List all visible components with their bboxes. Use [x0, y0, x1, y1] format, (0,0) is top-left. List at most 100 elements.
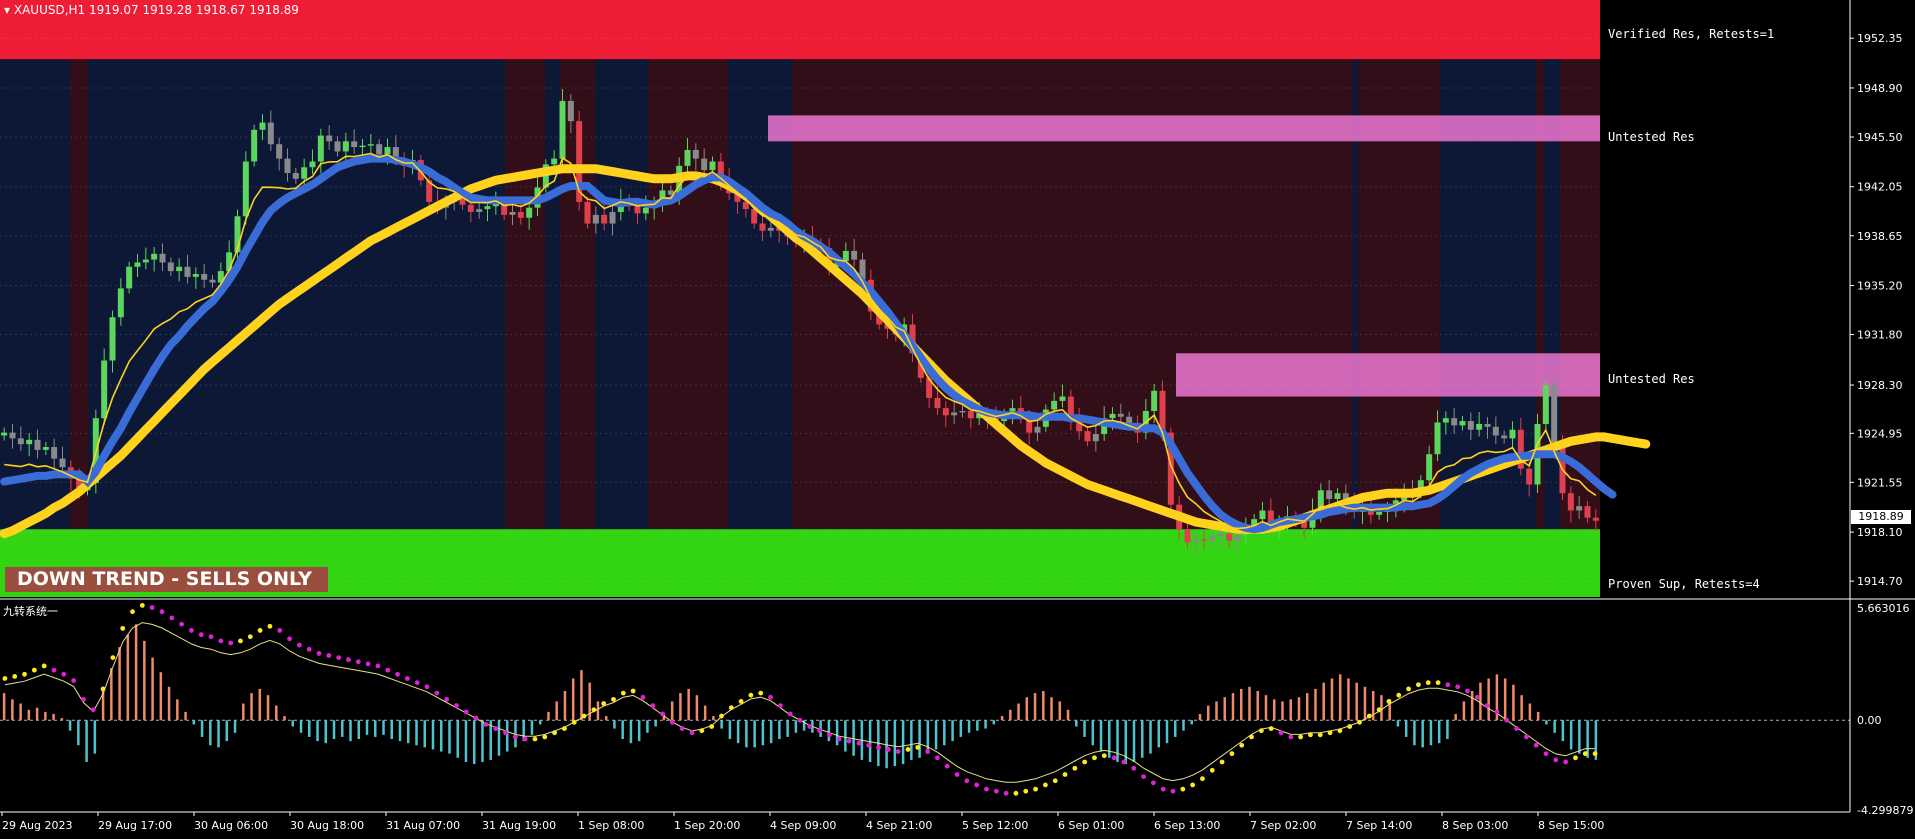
signal-dot: [493, 726, 499, 731]
candle-body: [317, 135, 324, 162]
candle-body: [9, 432, 16, 439]
signal-dot: [601, 701, 607, 706]
signal-dot: [1543, 751, 1549, 757]
signal-dot: [2, 676, 8, 681]
signal-dot: [159, 609, 165, 615]
signal-dot: [385, 667, 391, 673]
candle-body: [159, 253, 166, 263]
signal-dot: [1180, 786, 1186, 792]
signal-dot: [768, 694, 773, 700]
signal-dot: [404, 676, 410, 681]
trend-banner: DOWN TREND - SELLS ONLY: [5, 567, 328, 592]
signal-dot: [71, 678, 77, 683]
signal-dot: [473, 715, 479, 721]
signal-dot: [1013, 790, 1019, 796]
signal-dot: [512, 734, 518, 740]
signal-dot: [1514, 726, 1519, 731]
signal-dot: [208, 634, 214, 640]
signal-dot: [1239, 742, 1245, 748]
signal-dot: [660, 711, 665, 717]
candle-body: [851, 250, 858, 260]
y-tick-label: 1935.20: [1857, 280, 1903, 293]
signal-dot: [954, 772, 960, 777]
signal-dot: [591, 707, 597, 713]
candle-body: [192, 273, 199, 277]
candle-body: [209, 279, 216, 283]
candle-body: [359, 145, 366, 148]
x-tick-label: 29 Aug 17:00: [98, 819, 172, 832]
signal-dot: [228, 640, 234, 646]
candle-body: [1501, 435, 1508, 439]
signal-dot: [895, 749, 901, 754]
chart-canvas[interactable]: 1952.35 1948.90 1945.50 1942.05 1938.65 1935.…: [0, 0, 1915, 839]
signal-dot: [1455, 684, 1461, 690]
candle-body: [351, 141, 358, 148]
candle-body: [1484, 423, 1491, 427]
signal-dot: [81, 696, 86, 702]
untested-res-zone-2: [1176, 353, 1600, 397]
signal-dot: [1042, 782, 1048, 788]
candle-body: [301, 167, 308, 179]
candle-body: [476, 209, 483, 212]
signal-dot: [1219, 759, 1225, 765]
signal-dot: [846, 738, 852, 744]
zone-label-untested-res-1: Untested Res: [1608, 130, 1695, 144]
signal-dot: [503, 730, 508, 736]
candle-body: [526, 207, 533, 218]
signal-dot: [218, 638, 224, 644]
signal-dot: [100, 686, 106, 692]
signal-dot: [719, 713, 724, 719]
signal-dot: [463, 709, 469, 715]
candle-body: [167, 262, 174, 272]
candle-body: [1434, 422, 1441, 455]
signal-dot: [1141, 774, 1146, 779]
signal-dot: [1416, 682, 1421, 688]
dropdown-arrow-icon[interactable]: ▾: [4, 3, 10, 17]
candle-body: [559, 100, 566, 159]
candle-body: [1459, 421, 1466, 426]
signal-dot: [885, 747, 891, 752]
signal-dot: [22, 671, 27, 677]
candle-body: [1217, 533, 1224, 537]
x-tick-label: 7 Sep 02:00: [1250, 819, 1316, 832]
signal-dot: [728, 705, 734, 711]
candle-body: [1326, 490, 1333, 499]
candle-body: [509, 211, 516, 215]
candle-body: [551, 158, 558, 165]
candle-body: [1184, 529, 1191, 543]
signal-dot: [964, 778, 970, 784]
signal-dot: [807, 724, 813, 729]
signal-dot: [905, 747, 911, 752]
y-tick-label: 1918.10: [1857, 526, 1903, 539]
signal-dot: [1435, 680, 1441, 686]
signal-dot: [1523, 734, 1529, 740]
candle-body: [1467, 421, 1474, 430]
trend-band: [1536, 0, 1544, 597]
candle-body: [709, 161, 716, 171]
candle-body: [767, 227, 774, 231]
y-tick-label: 1931.80: [1857, 329, 1903, 342]
zone-label-untested-res-2: Untested Res: [1608, 372, 1695, 386]
zone-label-proven-sup: Proven Sup, Retests=4: [1608, 577, 1760, 591]
signal-dot: [630, 688, 636, 694]
signal-dot: [542, 734, 548, 740]
signal-dot: [689, 730, 695, 736]
x-tick-label: 5 Sep 12:00: [962, 819, 1028, 832]
signal-dot: [993, 788, 999, 794]
candle-body: [34, 439, 41, 450]
signal-dot: [1386, 699, 1392, 704]
candle-body: [1192, 539, 1199, 543]
y-tick-label: 1938.65: [1857, 230, 1903, 243]
candle-body: [1109, 413, 1116, 419]
signal-dot: [1288, 734, 1294, 740]
signal-dot: [1317, 732, 1323, 738]
candle-body: [1442, 418, 1449, 423]
candle-body: [1592, 517, 1599, 521]
signal-dot: [827, 732, 832, 738]
trend-band: [648, 0, 728, 597]
candle-body: [292, 173, 299, 179]
signal-dot: [247, 634, 253, 640]
signal-dot: [974, 782, 980, 788]
signal-dot: [866, 742, 872, 748]
signal-dot: [1023, 788, 1029, 794]
